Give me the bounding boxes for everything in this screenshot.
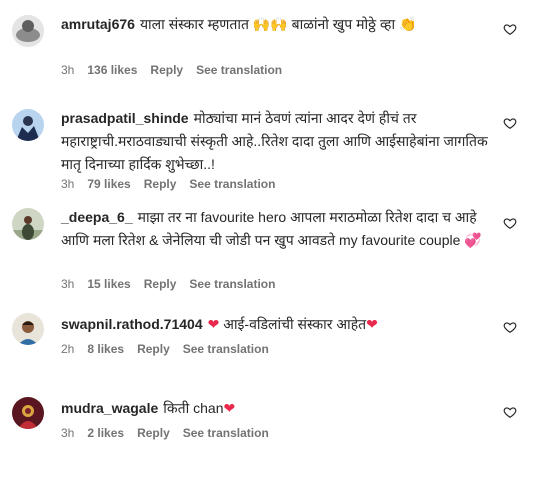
comment-meta: 3h 15 likes Reply See translation <box>61 276 288 292</box>
comment-text: आई-वडिलांची संस्कार आहेत <box>219 316 367 332</box>
reply-button[interactable]: Reply <box>144 277 177 291</box>
avatar[interactable] <box>12 208 44 240</box>
comment-timestamp[interactable]: 3h <box>61 426 74 440</box>
see-translation-button[interactable]: See translation <box>189 277 275 291</box>
heart-outline-icon[interactable] <box>503 22 517 36</box>
heart-outline-icon[interactable] <box>503 216 517 230</box>
avatar-image <box>12 397 44 429</box>
avatar-image <box>12 313 44 345</box>
comment-body: _deepa_6_ माझा तर ना favourite hero आपला … <box>61 206 501 252</box>
comment-username[interactable]: _deepa_6_ <box>61 209 133 225</box>
avatar[interactable] <box>12 397 44 429</box>
comment-body: prasadpatil_shinde मोठ्यांचा मानं ठेवणं त… <box>61 107 501 176</box>
heart-outline-icon[interactable] <box>503 116 517 130</box>
comment-likes[interactable]: 79 likes <box>87 177 130 191</box>
comment-text: किती chan <box>163 400 224 416</box>
red-heart-emoji: ❤ <box>207 316 220 332</box>
comment-timestamp[interactable]: 3h <box>61 177 74 191</box>
avatar[interactable] <box>12 313 44 345</box>
avatar[interactable] <box>12 15 44 47</box>
raised-hands-emoji: 🙌🙌 <box>252 16 288 32</box>
reply-button[interactable]: Reply <box>137 342 170 356</box>
comment-text: याला संस्कार म्हणतात <box>139 16 253 32</box>
comment-text: बाळांनो खुप मोठ्ठे व्हा <box>287 16 399 32</box>
reply-button[interactable]: Reply <box>150 63 183 77</box>
comment-likes[interactable]: 8 likes <box>87 342 124 356</box>
comment-username[interactable]: prasadpatil_shinde <box>61 110 189 126</box>
red-heart-emoji: ❤ <box>366 316 378 332</box>
comment-meta: 2h 8 likes Reply See translation <box>61 341 282 357</box>
avatar-image <box>12 109 44 141</box>
comment-username[interactable]: swapnil.rathod.71404 <box>61 316 203 332</box>
clapping-hands-emoji: 👏 <box>398 16 417 32</box>
comment-body: mudra_wagale किती chan❤ <box>61 397 501 420</box>
comment-timestamp[interactable]: 3h <box>61 63 74 77</box>
comment-body: swapnil.rathod.71404 ❤ आई-वडिलांची संस्का… <box>61 313 501 336</box>
reply-button[interactable]: Reply <box>137 426 170 440</box>
see-translation-button[interactable]: See translation <box>183 426 269 440</box>
avatar-image <box>12 15 44 47</box>
avatar-image <box>12 208 44 240</box>
heart-outline-icon[interactable] <box>503 320 517 334</box>
see-translation-button[interactable]: See translation <box>189 177 275 191</box>
comment-likes[interactable]: 136 likes <box>87 63 137 77</box>
two-hearts-emoji: 💞 <box>464 232 482 248</box>
heart-outline-icon[interactable] <box>503 405 517 419</box>
comment-likes[interactable]: 2 likes <box>87 426 124 440</box>
comment-timestamp[interactable]: 2h <box>61 342 74 356</box>
comment-meta: 3h 136 likes Reply See translation <box>61 62 295 78</box>
comment-timestamp[interactable]: 3h <box>61 277 74 291</box>
see-translation-button[interactable]: See translation <box>196 63 282 77</box>
avatar[interactable] <box>12 109 44 141</box>
comment-username[interactable]: mudra_wagale <box>61 400 158 416</box>
comment-meta: 3h 79 likes Reply See translation <box>61 176 288 192</box>
see-translation-button[interactable]: See translation <box>183 342 269 356</box>
reply-button[interactable]: Reply <box>144 177 177 191</box>
comment-body: amrutaj676 याला संस्कार म्हणतात 🙌🙌 बाळांन… <box>61 13 501 36</box>
comment-username[interactable]: amrutaj676 <box>61 16 135 32</box>
comment-meta: 3h 2 likes Reply See translation <box>61 425 282 441</box>
comment-likes[interactable]: 15 likes <box>87 277 130 291</box>
red-heart-emoji: ❤ <box>223 400 236 416</box>
